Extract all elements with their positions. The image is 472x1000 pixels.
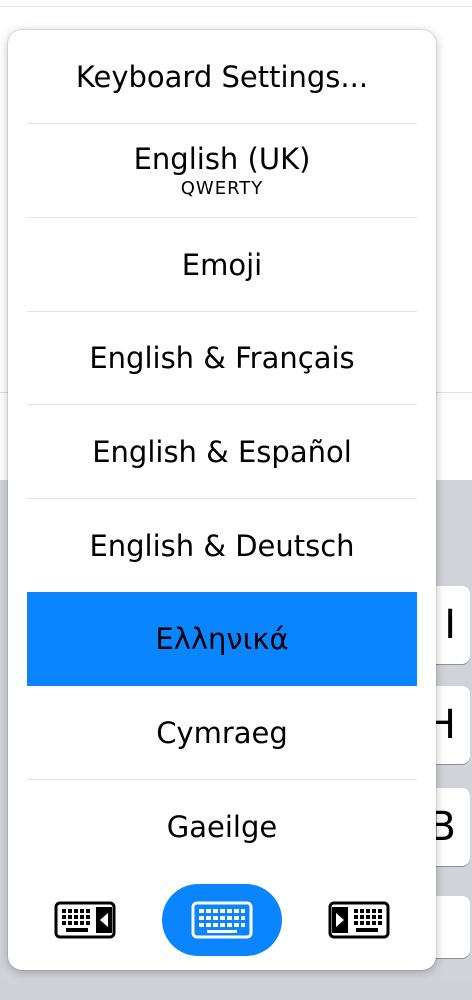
keyboard-left-button[interactable] (52, 884, 118, 956)
menu-item-sublabel: QWERTY (180, 178, 264, 199)
keyboard-layout-switcher (8, 880, 436, 960)
menu-item-label: English & Français (89, 340, 355, 375)
menu-item-label: Ελληνικά (155, 622, 289, 656)
keyboard-left-icon (54, 901, 116, 939)
menu-item-gaeilge[interactable]: Gaeilge (27, 780, 417, 874)
menu-item-cymraeg[interactable]: Cymraeg (27, 686, 417, 780)
menu-item-emoji[interactable]: Emoji (27, 218, 417, 312)
keyboard-full-icon (191, 901, 253, 939)
divider (0, 6, 472, 7)
menu-item-label: English & Deutsch (89, 528, 355, 563)
menu-item-label: Emoji (181, 247, 263, 282)
menu-item-english-espanol[interactable]: English & Español (27, 405, 417, 499)
menu-item-label: Cymraeg (156, 715, 288, 750)
menu-item-label: Gaeilge (166, 810, 278, 844)
menu-item-greek[interactable]: Ελληνικά (27, 592, 417, 686)
keyboard-bottom-bar (0, 980, 472, 1000)
menu-item-label: English (UK) (133, 142, 311, 176)
menu-item-english-francais[interactable]: English & Français (27, 311, 417, 405)
menu-item-english-uk[interactable]: English (UK) QWERTY (27, 124, 417, 218)
menu-item-english-deutsch[interactable]: English & Deutsch (27, 499, 417, 593)
menu-item-label: English & Español (92, 434, 352, 469)
keyboard-right-button[interactable] (326, 884, 392, 956)
menu-item-keyboard-settings[interactable]: Keyboard Settings... (27, 30, 417, 124)
keyboard-switcher-menu: Keyboard Settings... English (UK) QWERTY… (8, 30, 436, 970)
keyboard-right-icon (328, 901, 390, 939)
menu-item-label: Keyboard Settings... (75, 59, 369, 94)
keyboard-full-button[interactable] (162, 884, 282, 956)
